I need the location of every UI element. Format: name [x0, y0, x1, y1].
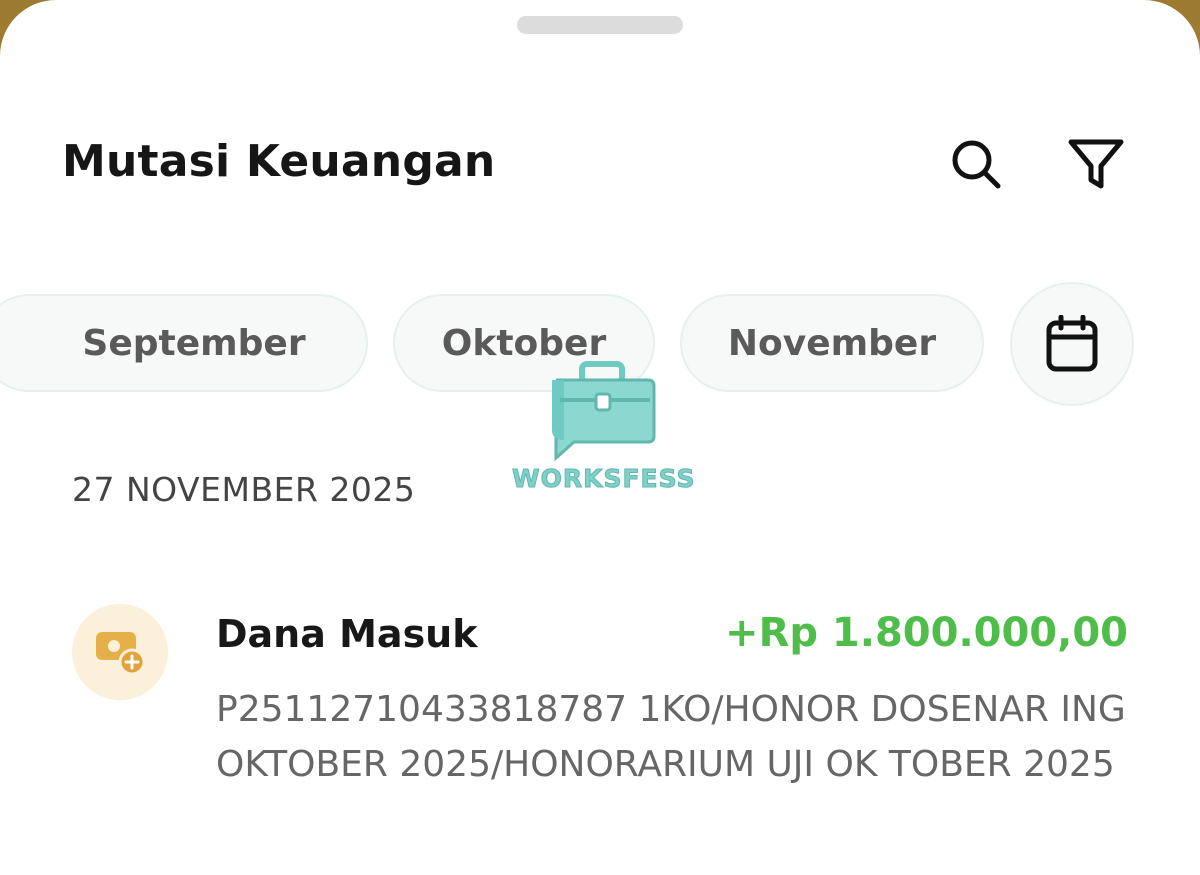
wallet-add-icon — [96, 632, 146, 676]
date-group-header: 27 NOVEMBER 2025 — [72, 470, 416, 509]
filter-button[interactable] — [1064, 132, 1128, 196]
search-button[interactable] — [944, 132, 1008, 196]
page-title: Mutasi Keuangan — [62, 136, 496, 187]
transaction-amount: +Rp 1.800.000,00 — [725, 610, 1128, 656]
transaction-avatar — [72, 604, 168, 700]
watermark-text: WORKSFESS — [512, 464, 696, 494]
chip-september[interactable]: September — [0, 294, 368, 392]
calendar-button[interactable] — [1010, 282, 1134, 406]
briefcase-logo-icon — [552, 361, 656, 462]
worksfess-watermark: WORKSFESS — [512, 360, 696, 505]
bottom-sheet: Mutasi Keuangan September Oktober Novemb… — [0, 0, 1200, 875]
transaction-description: P25112710433818787 1KO/HONOR DOSENAR ING… — [216, 689, 1126, 785]
search-icon — [952, 140, 1001, 189]
filter-icon — [1068, 139, 1124, 189]
chip-november[interactable]: November — [680, 294, 984, 392]
transaction-title: Dana Masuk — [216, 612, 478, 656]
sheet-grabber[interactable] — [517, 16, 683, 34]
calendar-icon — [1046, 315, 1098, 372]
transaction-item[interactable]: Dana Masuk +Rp 1.800.000,00 P25112710433… — [0, 590, 1200, 850]
phone-frame: Mutasi Keuangan September Oktober Novemb… — [0, 0, 1200, 875]
